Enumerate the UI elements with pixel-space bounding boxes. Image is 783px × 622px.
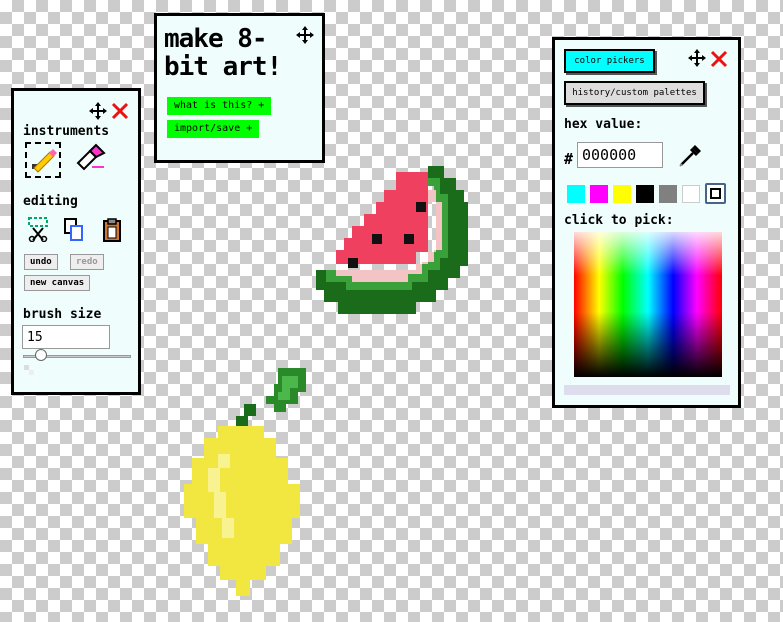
title-panel: make 8-bit art! what is this? + import/s… <box>154 13 325 163</box>
close-icon[interactable] <box>710 50 728 68</box>
swatch-white[interactable] <box>682 185 700 203</box>
color-spectrum[interactable] <box>574 232 722 377</box>
import-save-button[interactable]: import/save + <box>167 120 260 138</box>
close-icon[interactable] <box>111 102 129 120</box>
redo-button[interactable]: redo <box>70 254 104 270</box>
select-icon[interactable] <box>27 216 49 242</box>
lemon-pixel-art <box>184 368 306 596</box>
palette-icon[interactable] <box>705 183 726 204</box>
page-title: make 8-bit art! <box>164 24 282 82</box>
hex-input[interactable] <box>577 142 663 168</box>
color-pickers-tab[interactable]: color pickers <box>564 49 655 73</box>
undo-button[interactable]: undo <box>24 254 58 270</box>
swatch-gray[interactable] <box>659 185 677 203</box>
swatch-black[interactable] <box>636 185 654 203</box>
color-spectrum-footer <box>564 385 730 395</box>
tools-panel: instruments editing undo redo new canvas… <box>11 88 141 395</box>
instruments-heading: instruments <box>23 124 110 139</box>
brush-size-heading: brush size <box>23 307 102 322</box>
new-canvas-button[interactable]: new canvas <box>24 275 91 291</box>
eraser-icon[interactable] <box>74 143 108 175</box>
brush-size-slider-thumb[interactable] <box>35 349 47 361</box>
paste-icon[interactable] <box>102 217 122 243</box>
hash-label: # <box>564 150 574 168</box>
watermelon-pixel-art <box>316 166 468 314</box>
brush-size-input[interactable] <box>22 325 110 349</box>
hex-value-heading: hex value: <box>564 117 643 132</box>
eyedropper-icon[interactable] <box>677 141 705 169</box>
swatch-yellow[interactable] <box>613 185 631 203</box>
click-to-pick-heading: click to pick: <box>564 213 674 228</box>
color-panel: color pickers history/custom palettes he… <box>552 37 741 408</box>
what-is-this-button[interactable]: what is this? + <box>167 97 272 115</box>
pencil-tool[interactable] <box>25 142 61 178</box>
copy-icon[interactable] <box>63 217 85 243</box>
swatch-cyan[interactable] <box>567 185 585 203</box>
pencil-icon <box>32 149 57 173</box>
history-palettes-tab[interactable]: history/custom palettes <box>564 81 705 105</box>
move-icon[interactable] <box>88 101 108 121</box>
brush-preview-2 <box>29 370 34 375</box>
editing-heading: editing <box>23 194 78 209</box>
move-icon[interactable] <box>687 48 707 68</box>
swatch-magenta[interactable] <box>590 185 608 203</box>
move-icon[interactable] <box>295 25 315 45</box>
